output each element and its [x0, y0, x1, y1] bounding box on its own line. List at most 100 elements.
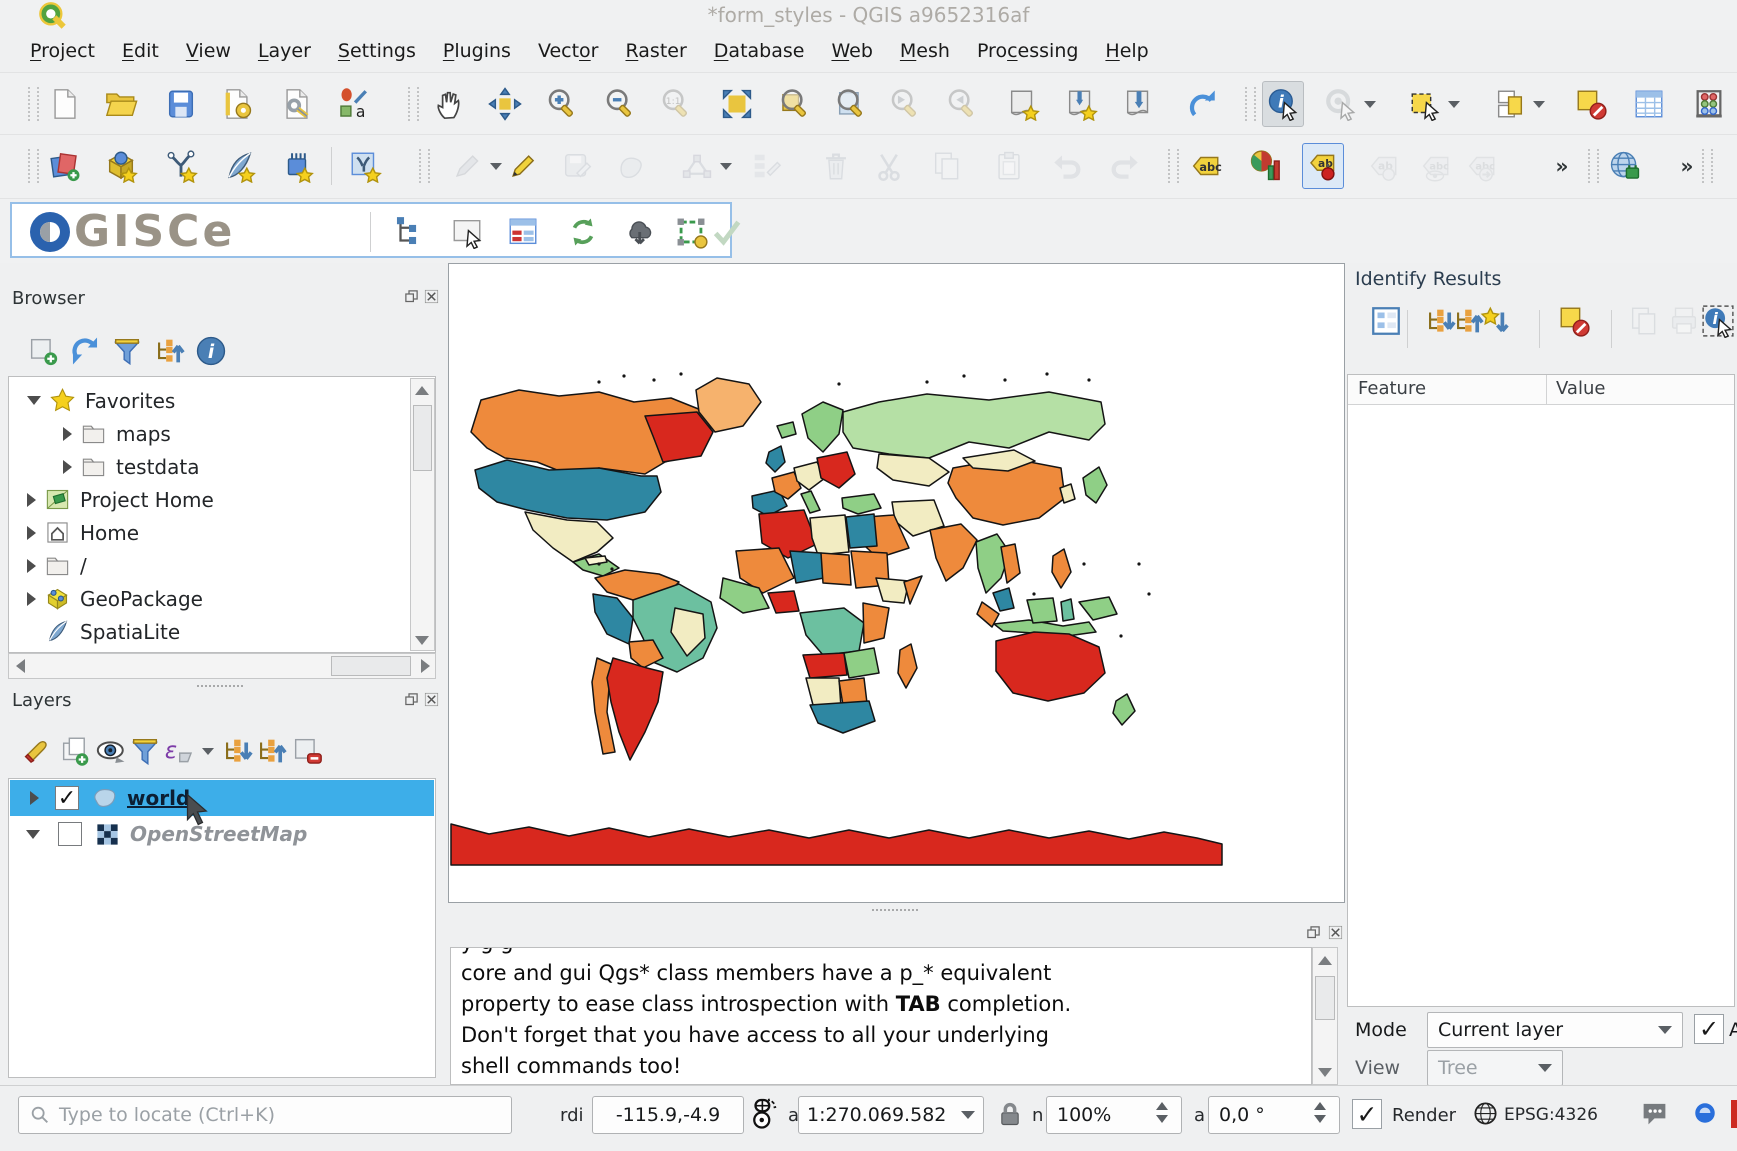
messages-icon[interactable]: [1640, 1099, 1669, 1133]
show-bookmarks-button[interactable]: [1118, 81, 1160, 127]
redo-button[interactable]: [1104, 143, 1146, 189]
magnifier-spin-arrows[interactable]: [1156, 1102, 1168, 1123]
toolbar-grip[interactable]: [1168, 149, 1179, 183]
menu-raster[interactable]: Raster: [625, 40, 686, 62]
current-edits-button[interactable]: [446, 143, 488, 189]
menu-plugins[interactable]: Plugins: [443, 40, 511, 62]
expand-new-button[interactable]: [1475, 298, 1517, 344]
tree-item-label[interactable]: Project Home: [80, 488, 214, 512]
toolbar-grip[interactable]: [1588, 149, 1599, 183]
view-combobox[interactable]: Tree: [1427, 1050, 1563, 1086]
menu-mesh[interactable]: Mesh: [900, 40, 950, 62]
menu-view[interactable]: View: [186, 40, 231, 62]
console-vscrollbar[interactable]: [1312, 947, 1338, 1085]
menu-help[interactable]: Help: [1105, 40, 1148, 62]
column-header-feature[interactable]: Feature: [1358, 378, 1426, 399]
auto-open-form-checkbox[interactable]: ✓: [1694, 1014, 1724, 1044]
undo-button[interactable]: [1046, 143, 1088, 189]
copy-feature-button[interactable]: [1623, 298, 1665, 344]
rotation-spin-arrows[interactable]: [1314, 1102, 1326, 1123]
browser-item-favorites[interactable]: Favorites: [9, 384, 435, 417]
locator-input[interactable]: Type to locate (Ctrl+K): [18, 1096, 512, 1134]
gisce-select-button[interactable]: [446, 209, 488, 255]
gisce-table-button[interactable]: [502, 209, 544, 255]
select-by-value-button[interactable]: [1489, 81, 1531, 127]
vertex-tool-dropdown-icon[interactable]: [720, 163, 732, 170]
tree-item-label[interactable]: Favorites: [85, 389, 175, 413]
digitize-button[interactable]: [610, 143, 652, 189]
refresh-map-button[interactable]: [1181, 81, 1223, 127]
pan-to-selection-button[interactable]: [484, 81, 526, 127]
layer-labeling-button[interactable]: abc: [1184, 143, 1226, 189]
clear-results-button[interactable]: [1553, 298, 1595, 344]
tree-closed-arrow-icon[interactable]: [63, 460, 72, 474]
browser-refresh-button[interactable]: [64, 328, 106, 374]
browser-item-testdata[interactable]: testdata: [9, 450, 435, 483]
label-highlight-button[interactable]: abc: [1414, 143, 1456, 189]
add-vector-layer-button[interactable]: [100, 143, 142, 189]
browser-collapse-button[interactable]: [148, 328, 190, 374]
delete-selected-button[interactable]: [815, 143, 857, 189]
console-output[interactable]: y g g core and gui Qgs* class members ha…: [450, 947, 1312, 1085]
layer-item-openstreetmap[interactable]: OpenStreetMap: [10, 816, 434, 852]
tree-closed-arrow-icon[interactable]: [27, 559, 36, 573]
gisce-tree-button[interactable]: [388, 209, 430, 255]
menu-vector[interactable]: Vector: [538, 40, 599, 62]
crs-label[interactable]: EPSG:4326: [1504, 1105, 1598, 1125]
save-edits-button[interactable]: [556, 143, 598, 189]
menu-project[interactable]: Project: [30, 40, 95, 62]
tree-closed-arrow-icon[interactable]: [27, 526, 36, 540]
menu-layer[interactable]: Layer: [258, 40, 311, 62]
label-move-button[interactable]: abc: [1460, 143, 1502, 189]
console-float-icon[interactable]: [1306, 925, 1322, 941]
toolbar-grip[interactable]: [1702, 149, 1713, 183]
copy-features-button[interactable]: [926, 143, 968, 189]
tree-item-label[interactable]: GeoPackage: [80, 587, 203, 611]
tree-item-label[interactable]: SpatiaLite: [80, 620, 180, 644]
gisce-sync-button[interactable]: [562, 209, 604, 255]
gisce-download-button[interactable]: [618, 209, 660, 255]
run-feature-action-dropdown-icon[interactable]: [1364, 101, 1376, 108]
console-close-icon[interactable]: [1328, 925, 1344, 941]
statistics-button[interactable]: [1688, 81, 1730, 127]
tree-item-label[interactable]: maps: [116, 422, 171, 446]
toolbar-grip[interactable]: [28, 87, 39, 121]
select-features-dropdown-icon[interactable]: [1448, 101, 1460, 108]
data-source-manager-button[interactable]: [44, 143, 86, 189]
splitter-handle[interactable]: [872, 909, 918, 915]
toolbar-grip[interactable]: [28, 149, 39, 183]
run-feature-action-button[interactable]: [1320, 81, 1362, 127]
zoom-to-layer-button[interactable]: [830, 81, 872, 127]
layer-expand-icon[interactable]: [30, 791, 39, 805]
scale-combobox[interactable]: 1:270.069.582: [798, 1096, 984, 1134]
zoom-in-button[interactable]: [541, 81, 583, 127]
cut-features-button[interactable]: [868, 143, 910, 189]
layer-diagram-button[interactable]: [1244, 143, 1286, 189]
pan-map-button[interactable]: [428, 81, 470, 127]
vertex-tool-button[interactable]: [676, 143, 718, 189]
browser-vscrollbar[interactable]: [410, 378, 435, 651]
browser-filter-button[interactable]: [106, 328, 148, 374]
new-project-button[interactable]: [44, 81, 86, 127]
lock-scale-icon[interactable]: [996, 1099, 1024, 1134]
identify-features-button[interactable]: i: [1262, 81, 1304, 127]
zoom-to-selection-button[interactable]: [774, 81, 816, 127]
open-project-button[interactable]: [100, 81, 142, 127]
browser-item-maps[interactable]: maps: [9, 417, 435, 450]
toolbar-grip[interactable]: [419, 149, 430, 183]
mode-combobox[interactable]: Current layer: [1427, 1012, 1683, 1048]
new-spatial-bookmark-button[interactable]: [1060, 81, 1102, 127]
layer-item-world[interactable]: ✓ world: [10, 780, 434, 816]
gisce-check-button[interactable]: [706, 209, 748, 255]
project-properties-button[interactable]: [276, 81, 318, 127]
new-spatialite-layer-button[interactable]: [218, 143, 260, 189]
label-unpin-button[interactable]: ab: [1362, 143, 1404, 189]
remove-layer-button[interactable]: [286, 728, 328, 774]
menu-processing[interactable]: Processing: [977, 40, 1078, 62]
style-manager-button[interactable]: a: [332, 81, 374, 127]
zoom-out-button[interactable]: [599, 81, 641, 127]
toolbar-overflow-button[interactable]: »: [1541, 143, 1583, 189]
layers-close-icon[interactable]: [424, 692, 440, 708]
browser-item-spatialite[interactable]: SpatiaLite: [9, 615, 435, 648]
browser-float-icon[interactable]: [404, 289, 420, 305]
